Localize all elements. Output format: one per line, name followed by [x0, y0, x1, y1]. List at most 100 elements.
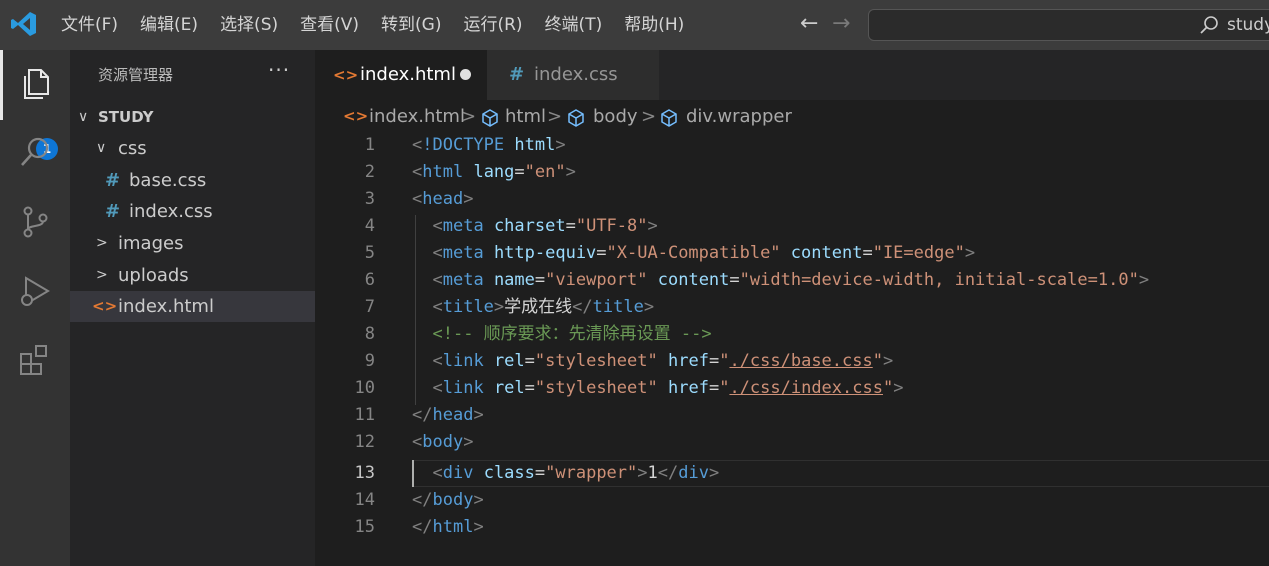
breadcrumb-item[interactable]: index.html — [369, 106, 465, 127]
code-text: <meta charset="UTF-8"> — [432, 216, 658, 236]
code-line: 6 <meta name="viewport" content="width=d… — [315, 267, 1269, 294]
breadcrumb-item[interactable]: html — [505, 106, 546, 127]
line-number: 10 — [354, 378, 375, 398]
back-arrow-icon[interactable]: ← — [800, 12, 818, 36]
file-label: index.html — [118, 296, 214, 317]
code-text: <html lang="en"> — [412, 162, 576, 182]
css-file-icon: # — [509, 64, 525, 85]
code-line: 15 </html> — [315, 514, 1269, 541]
menu-terminal[interactable]: 终端(T) — [534, 0, 614, 50]
unsaved-dot-icon[interactable] — [460, 69, 471, 80]
breadcrumb-item[interactable]: div.wrapper — [686, 106, 792, 127]
menu-edit[interactable]: 编辑(E) — [129, 0, 209, 50]
code-line: 14 </body> — [315, 487, 1269, 514]
code-text: <link rel="stylesheet" href="./css/base.… — [432, 351, 894, 371]
active-indicator — [0, 50, 3, 120]
code-text: </body> — [412, 490, 484, 510]
source-control-icon[interactable] — [17, 204, 53, 240]
line-number: 9 — [364, 351, 375, 371]
line-number: 12 — [354, 432, 375, 452]
code-text: <head> — [412, 189, 474, 209]
tree-folder-css[interactable]: ∨ css — [70, 133, 315, 164]
code-text: <title>学成在线</title> — [432, 297, 655, 317]
title-bar: 文件(F) 编辑(E) 选择(S) 查看(V) 转到(G) 运行(R) 终端(T… — [0, 0, 1269, 50]
tree-file-index-html[interactable]: <> index.html — [70, 291, 315, 322]
line-number: 13 — [354, 463, 375, 483]
menu-view[interactable]: 查看(V) — [289, 0, 370, 50]
command-center-search[interactable]: study — [868, 9, 1269, 41]
code-editor[interactable]: 1 <!DOCTYPE html> 2 <html lang="en"> 3 <… — [315, 134, 1269, 566]
more-actions-icon[interactable]: ··· — [268, 58, 290, 82]
breadcrumb-item[interactable]: body — [593, 106, 638, 127]
line-number: 14 — [354, 490, 375, 510]
code-line: 4 <meta charset="UTF-8"> — [315, 213, 1269, 240]
code-text: <!-- 顺序要求：先清除再设置 --> — [432, 324, 712, 344]
tab-index-css[interactable]: # index.css — [487, 50, 659, 100]
chevron-right-icon: > — [641, 106, 657, 127]
vscode-logo-icon — [11, 12, 36, 36]
html-file-icon: <> — [92, 297, 118, 315]
editor-tabs: <> index.html # index.css — [315, 50, 1269, 100]
menu-help[interactable]: 帮助(H) — [613, 0, 695, 50]
code-text: </html> — [412, 517, 484, 537]
folder-label: images — [118, 233, 184, 254]
explorer-icon[interactable] — [17, 66, 53, 102]
cube-icon — [661, 109, 677, 127]
code-text: <!DOCTYPE html> — [412, 135, 566, 155]
code-line-current: 13 <div class="wrapper">1</div> — [315, 460, 1269, 487]
line-number: 8 — [364, 324, 375, 344]
folder-label: uploads — [118, 265, 189, 286]
tree-folder-images[interactable]: > images — [70, 228, 315, 259]
code-line: 7 <title>学成在线</title> — [315, 294, 1269, 321]
line-number: 5 — [364, 243, 375, 263]
code-line: 1 <!DOCTYPE html> — [315, 132, 1269, 159]
run-debug-icon[interactable] — [17, 274, 53, 310]
menu-selection[interactable]: 选择(S) — [209, 0, 289, 50]
code-line: 12 <body> — [315, 429, 1269, 456]
code-text: <meta http-equiv="X-UA-Compatible" conte… — [432, 243, 976, 263]
code-text: </head> — [412, 405, 484, 425]
explorer-sidebar: 资源管理器 ··· ∨ STUDY ∨ css # base.css # ind… — [70, 50, 315, 566]
code-line: 2 <html lang="en"> — [315, 159, 1269, 186]
search-text: study — [1227, 15, 1269, 35]
search-icon[interactable] — [17, 134, 53, 170]
chevron-down-icon: ∨ — [78, 109, 89, 125]
search-icon — [1200, 16, 1218, 34]
code-line: 5 <meta http-equiv="X-UA-Compatible" con… — [315, 240, 1269, 267]
tree-file-base-css[interactable]: # base.css — [70, 165, 315, 196]
html-file-icon: <> — [343, 107, 369, 125]
code-text: <meta name="viewport" content="width=dev… — [432, 270, 1150, 290]
html-file-icon: <> — [333, 66, 359, 84]
css-file-icon: # — [105, 201, 121, 222]
line-number: 15 — [354, 517, 375, 537]
code-line: 8 <!-- 顺序要求：先清除再设置 --> — [315, 321, 1269, 348]
menu-go[interactable]: 转到(G) — [370, 0, 452, 50]
code-line: 10 <link rel="stylesheet" href="./css/in… — [315, 375, 1269, 402]
chevron-right-icon: > — [96, 235, 108, 251]
tab-label: index.css — [534, 64, 618, 85]
tree-folder-uploads[interactable]: > uploads — [70, 260, 315, 291]
code-text: <body> — [412, 432, 474, 452]
extensions-icon[interactable] — [17, 342, 53, 378]
code-line: 9 <link rel="stylesheet" href="./css/bas… — [315, 348, 1269, 375]
tab-index-html[interactable]: <> index.html — [315, 50, 487, 100]
forward-arrow-icon[interactable]: → — [832, 12, 850, 36]
line-number: 11 — [354, 405, 375, 425]
tree-root-study[interactable]: ∨ STUDY — [70, 102, 315, 133]
cube-icon — [482, 109, 498, 127]
folder-label: css — [118, 138, 147, 159]
line-number: 3 — [364, 189, 375, 209]
breadcrumb: <> index.html > html > body > div.wrappe… — [315, 100, 1269, 134]
tree-file-index-css[interactable]: # index.css — [70, 196, 315, 227]
code-text: <link rel="stylesheet" href="./css/index… — [432, 378, 904, 398]
code-text: <div class="wrapper">1</div> — [432, 463, 720, 483]
explorer-title: 资源管理器 — [98, 66, 174, 84]
file-label: base.css — [129, 170, 207, 191]
root-folder-label: STUDY — [98, 108, 154, 126]
tab-label: index.html — [360, 64, 456, 85]
menu-bar: 文件(F) 编辑(E) 选择(S) 查看(V) 转到(G) 运行(R) 终端(T… — [50, 0, 695, 50]
menu-file[interactable]: 文件(F) — [50, 0, 129, 50]
chevron-down-icon: ∨ — [96, 140, 107, 156]
line-number: 7 — [364, 297, 375, 317]
menu-run[interactable]: 运行(R) — [452, 0, 533, 50]
